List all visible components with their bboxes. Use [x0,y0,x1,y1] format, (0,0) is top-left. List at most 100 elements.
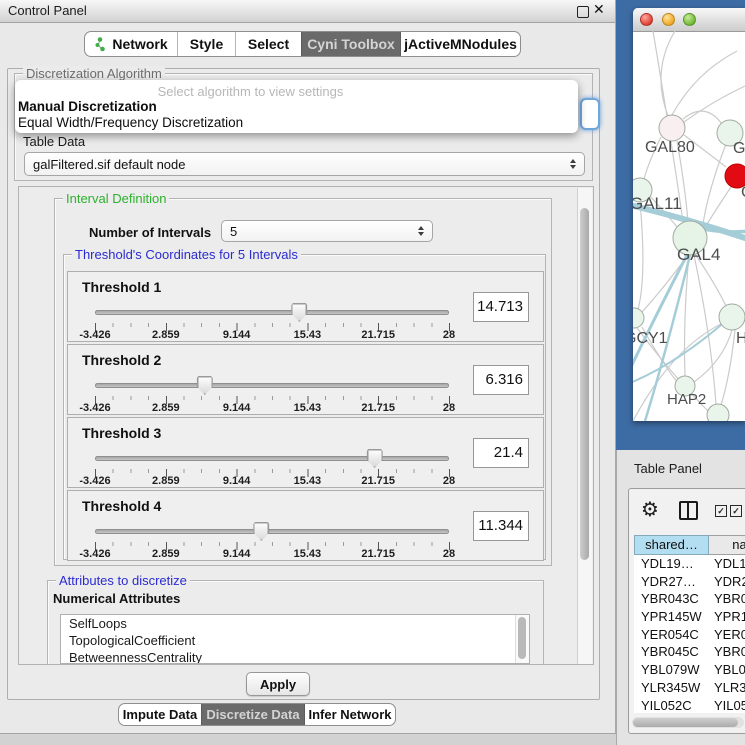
network-edge[interactable] [683,111,722,124]
combo-spinner-icon[interactable] [414,226,428,236]
threshold-slider[interactable] [95,302,449,322]
threshold-value-field[interactable]: 11.344 [473,511,529,541]
network-node-label: GAL80 [645,139,695,156]
slider-thumb[interactable] [291,303,307,322]
algorithm-combobox[interactable] [580,98,600,130]
list-scrollbar-thumb[interactable] [518,617,526,659]
table-row[interactable]: YBL079WYBL07 [634,661,745,679]
attribute-list-item[interactable]: BetweennessCentrality [61,649,529,664]
table-row[interactable]: YDL19…YDL19 [634,555,745,573]
network-edge[interactable] [672,51,737,115]
slider-track[interactable] [95,310,449,315]
columns-icon[interactable] [679,501,698,520]
list-scrollbar[interactable] [515,615,529,663]
apply-button[interactable]: Apply [246,672,310,696]
tab-impute-data-label: Impute Data [123,707,197,722]
table-cell: YBR043C [634,590,709,608]
table-column-header[interactable]: shared… [634,535,709,555]
number-of-intervals-combobox[interactable]: 5 [221,220,433,242]
tick-label: 28 [443,402,455,414]
table-data-combobox[interactable]: galFiltered.sif default node [24,152,585,176]
network-icon [94,37,106,52]
numerical-attributes-list[interactable]: SelfLoopsTopologicalCoefficientBetweenne… [60,614,530,664]
table-row[interactable]: YDR27…YDR27 [634,573,745,591]
table-cell: YBL079W [634,661,709,679]
table-scrollbar-thumb[interactable] [633,718,738,727]
algorithm-option-manual-discretization[interactable]: Manual Discretization [15,99,578,115]
network-edge[interactable] [661,31,675,116]
checkbox-icon[interactable]: ✓ [715,505,727,517]
tab-infer-network[interactable]: Infer Network [305,704,395,725]
slider-track[interactable] [95,529,449,534]
threshold-slider[interactable] [95,375,449,395]
threshold-value-field[interactable]: 6.316 [473,365,529,395]
table-column-header[interactable]: name [709,535,745,555]
combo-spinner-icon[interactable] [566,159,580,169]
tab-select[interactable]: Select [235,32,301,56]
table-panel: Table Panel ⚙ ✓ ✓ shared…name YDL19…YDL1… [616,450,745,745]
tab-discretize-data[interactable]: Discretize Data [201,704,305,725]
network-graph-canvas[interactable]: GAL80GACGAL11GAL4GCY1HHAP2 [633,31,745,421]
tick-label: 9.144 [223,402,251,414]
checkbox-icon[interactable]: ✓ [730,505,742,517]
network-node[interactable] [707,404,729,421]
tick-label: -3.426 [79,329,110,341]
tick-label: 15.43 [294,402,322,414]
table-row[interactable]: YPR145WYPR14 [634,608,745,626]
attribute-list-item[interactable]: TopologicalCoefficient [61,632,529,649]
tab-style-label: Style [190,36,223,52]
zoom-traffic-light-icon[interactable] [683,13,696,26]
slider-thumb[interactable] [253,522,269,541]
cyni-toolbox-panel: Discretization Algorithm Table Data galF… [7,68,600,700]
tick-label: 21.715 [361,548,395,560]
algorithm-popup-hint: Select algorithm to view settings [15,84,486,99]
close-icon[interactable]: ✕ [593,2,605,18]
tab-network-label: Network [112,36,167,52]
settings-vertical-scrollbar[interactable] [577,188,592,664]
table-row[interactable]: YER054CYER05 [634,626,745,644]
settings-scrollbar-thumb[interactable] [580,208,589,560]
float-window-icon[interactable] [577,6,589,18]
network-node-label: HAP2 [667,391,706,408]
node-table: shared…name YDL19…YDL19YDR27…YDR27YBR043… [634,535,745,713]
tab-cyni-toolbox[interactable]: Cyni Toolbox [301,32,401,56]
tab-impute-data[interactable]: Impute Data [119,704,201,725]
tick-label: 21.715 [361,475,395,487]
gear-icon[interactable]: ⚙ [641,497,659,521]
tick-label: 9.144 [223,475,251,487]
tab-style[interactable]: Style [177,32,235,56]
table-horizontal-scrollbar[interactable] [632,717,744,728]
tab-jactivemnodules[interactable]: jActiveMNodules [401,32,520,56]
network-edge[interactable] [704,187,731,229]
slider-thumb[interactable] [197,376,213,395]
table-row[interactable]: YIL052CYIL05 [634,697,745,714]
tab-network[interactable]: Network [85,32,177,56]
tick-label: 15.43 [294,475,322,487]
slider-thumb[interactable] [367,449,383,468]
attribute-list-item[interactable]: SelfLoops [61,615,529,632]
table-row[interactable]: YBR045CYBR04 [634,643,745,661]
network-node[interactable] [719,304,745,330]
threshold-block: Threshold 1-3.4262.8599.14415.4321.71528… [67,271,544,342]
threshold-slider[interactable] [95,521,449,541]
network-edge[interactable] [694,255,716,404]
numerical-attributes-heading: Numerical Attributes [53,591,180,606]
network-node[interactable] [659,115,685,141]
tick-labels: -3.4262.8599.14415.4321.71528 [95,548,449,560]
tick-labels: -3.4262.8599.14415.4321.71528 [95,329,449,341]
table-row[interactable]: YLR345WYLR34 [634,679,745,697]
table-cell: YDR27… [634,573,709,591]
slider-track[interactable] [95,456,449,461]
network-view-window[interactable]: GAL80GACGAL11GAL4GCY1HHAP2 [633,8,745,421]
threshold-value-field[interactable]: 21.4 [473,438,529,468]
network-edge[interactable] [637,202,643,313]
slider-track[interactable] [95,383,449,388]
algorithm-option-equal-width-frequency[interactable]: Equal Width/Frequency Discretization [15,115,578,131]
threshold-slider[interactable] [95,448,449,468]
tick-label: -3.426 [79,548,110,560]
table-row[interactable]: YBR043CYBR04 [634,590,745,608]
minimize-traffic-light-icon[interactable] [662,13,675,26]
threshold-label: Threshold 3 [82,425,161,441]
close-traffic-light-icon[interactable] [640,13,653,26]
threshold-value-field[interactable]: 14.713 [473,292,529,322]
